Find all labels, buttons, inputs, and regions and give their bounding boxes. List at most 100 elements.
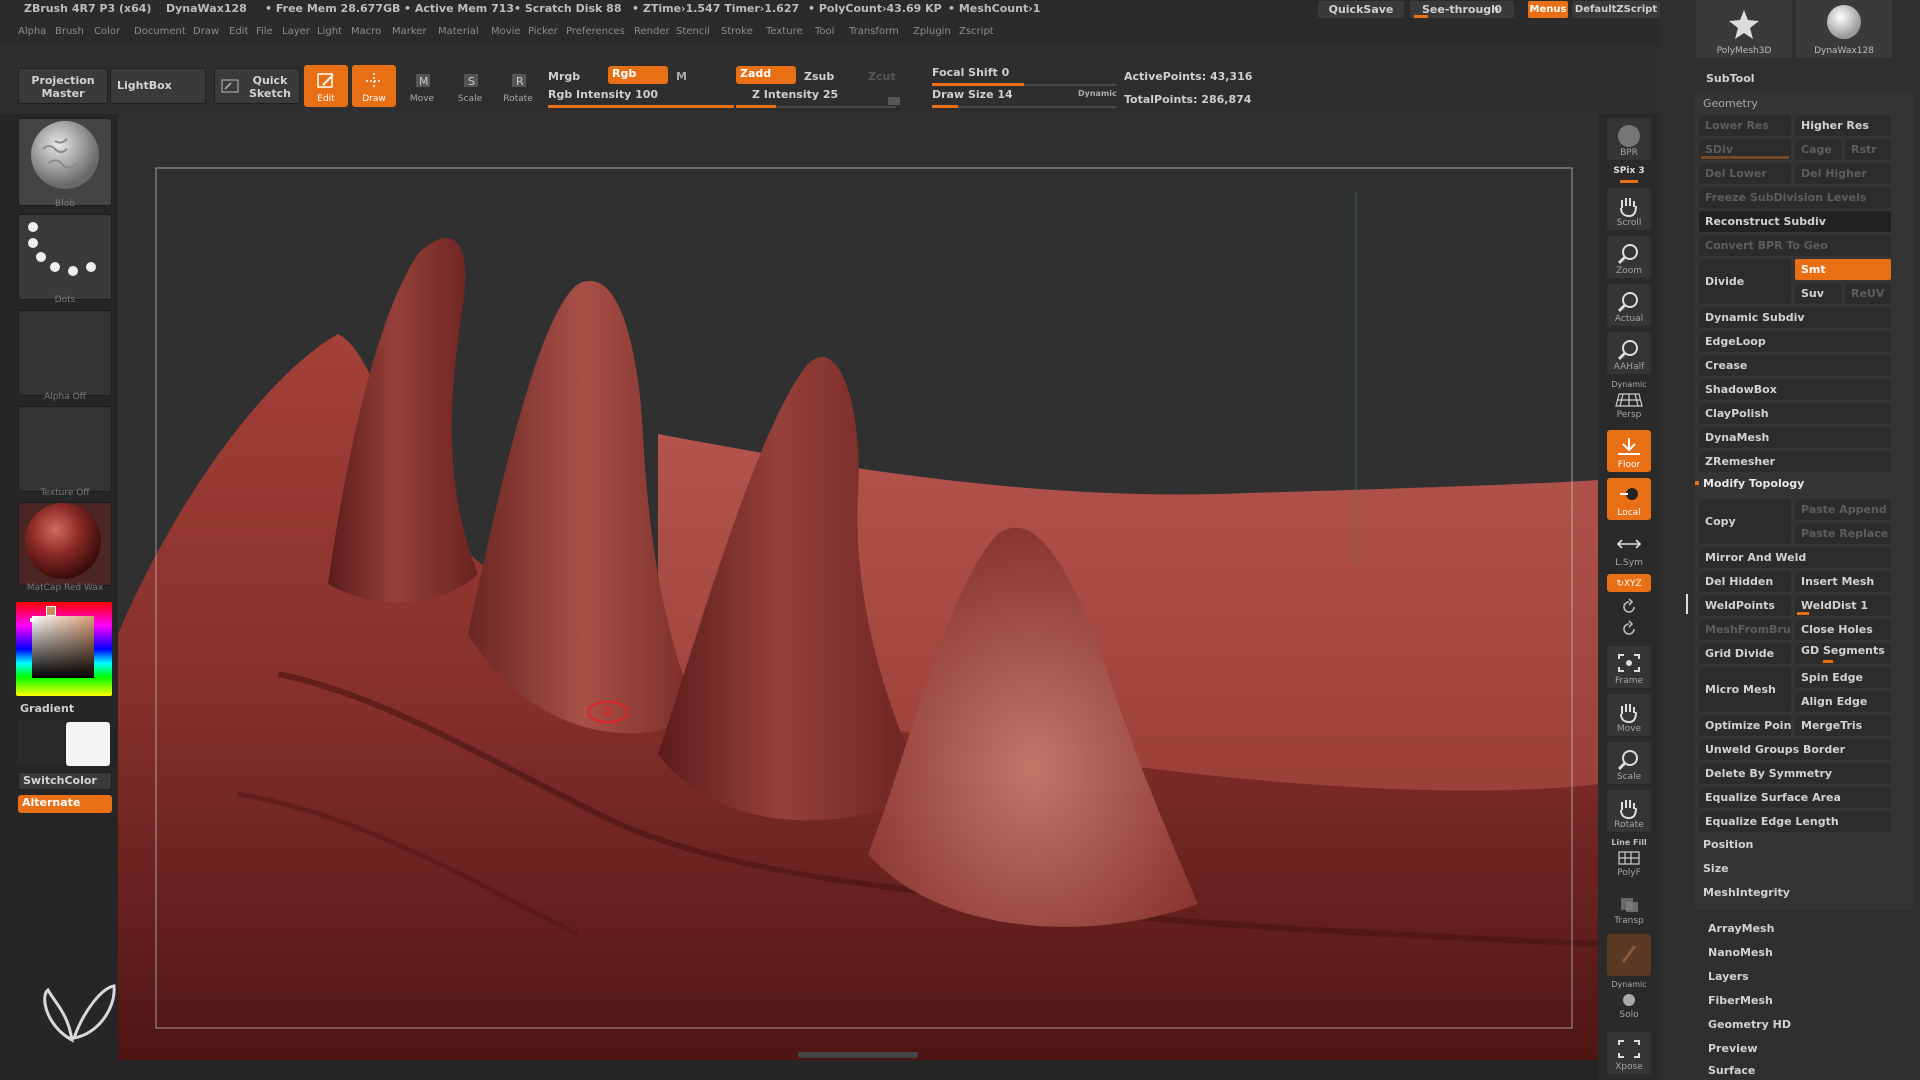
crease-section[interactable]: Crease (1699, 355, 1891, 376)
draw-tool[interactable]: Draw (352, 65, 396, 107)
canvas-scroll-handle[interactable] (798, 1052, 918, 1058)
delete-by-symmetry-button[interactable]: Delete By Symmetry (1699, 763, 1891, 784)
stroke-thumbnail[interactable] (18, 214, 112, 300)
polyf-button[interactable]: Line Fill PolyF (1607, 838, 1651, 880)
quick-sketch-button[interactable]: Quick Sketch (214, 68, 300, 104)
menu-color[interactable]: Color (94, 26, 120, 37)
reconstruct-subdiv-button[interactable]: Reconstruct Subdiv (1699, 211, 1891, 232)
zoom-button[interactable]: Zoom (1607, 236, 1651, 278)
nanomesh-section[interactable]: NanoMesh (1708, 946, 1773, 959)
lightbox-button[interactable]: LightBox (110, 68, 206, 104)
menu-marker[interactable]: Marker (392, 26, 427, 37)
hue-marker[interactable] (46, 606, 56, 616)
optimize-points-button[interactable]: Optimize Points (1699, 715, 1791, 736)
canvas-rotate-button[interactable]: Rotate (1607, 790, 1651, 832)
freeze-subdivision-button[interactable]: Freeze SubDivision Levels (1699, 187, 1891, 208)
higher-res-button[interactable]: Higher Res (1795, 115, 1891, 136)
edit-tool[interactable]: Edit (304, 65, 348, 107)
rotate-y-icon[interactable] (1620, 598, 1638, 616)
color-picker[interactable] (16, 602, 112, 696)
rotate-z-icon[interactable] (1620, 620, 1638, 638)
menu-draw[interactable]: Draw (193, 26, 219, 37)
geometry-hd-section[interactable]: Geometry HD (1708, 1018, 1791, 1031)
menu-edit[interactable]: Edit (229, 26, 248, 37)
spin-edge-button[interactable]: Spin Edge (1795, 667, 1891, 688)
local-button[interactable]: Local (1607, 478, 1651, 520)
alpha-thumbnail[interactable] (18, 310, 112, 396)
rgb-button[interactable]: Rgb (608, 66, 668, 84)
move-tool[interactable]: M Move (400, 65, 444, 107)
rstr-button[interactable]: Rstr (1845, 139, 1891, 160)
lsym-button[interactable]: L.Sym (1607, 528, 1651, 570)
menu-tool[interactable]: Tool (815, 26, 834, 37)
grid-divide-button[interactable]: Grid Divide (1699, 643, 1791, 664)
shadowbox-section[interactable]: ShadowBox (1699, 379, 1891, 400)
del-hidden-button[interactable]: Del Hidden (1699, 571, 1791, 592)
canvas-scale-button[interactable]: Scale (1607, 742, 1651, 784)
document-canvas[interactable] (118, 114, 1598, 1060)
micro-mesh-button[interactable]: Micro Mesh (1699, 667, 1791, 712)
menu-light[interactable]: Light (317, 26, 342, 37)
menu-transform[interactable]: Transform (849, 26, 899, 37)
menu-picker[interactable]: Picker (528, 26, 558, 37)
geometry-header[interactable]: Geometry (1703, 97, 1758, 110)
modify-topology-header[interactable]: Modify Topology (1703, 477, 1804, 490)
panel-resize-handle[interactable] (1686, 594, 1688, 614)
gradient-label[interactable]: Gradient (20, 702, 74, 715)
size-section[interactable]: Size (1703, 862, 1729, 875)
switch-color-button[interactable]: SwitchColor (18, 772, 112, 790)
smt-toggle[interactable]: Smt (1795, 259, 1891, 280)
layers-section[interactable]: Layers (1708, 970, 1749, 983)
menu-stencil[interactable]: Stencil (676, 26, 710, 37)
polymesh3d-thumb[interactable]: PolyMesh3D (1696, 0, 1792, 58)
scale-tool[interactable]: S Scale (448, 65, 492, 107)
cage-button[interactable]: Cage (1795, 139, 1841, 160)
menu-brush[interactable]: Brush (55, 26, 84, 37)
surface-section[interactable]: Surface (1708, 1064, 1755, 1077)
xpose-button[interactable]: Xpose (1607, 1032, 1651, 1074)
unweld-groups-border-button[interactable]: Unweld Groups Border (1699, 739, 1891, 760)
spix-slider-fill[interactable] (1620, 180, 1638, 183)
quicksave-button[interactable]: QuickSave (1318, 1, 1404, 18)
solo-button[interactable]: Dynamic Solo (1607, 980, 1651, 1022)
xyz-button[interactable]: ↻XYZ (1607, 574, 1651, 592)
zremesher-section[interactable]: ZRemesher (1699, 451, 1891, 472)
zsub-button[interactable]: Zsub (804, 70, 834, 83)
rotate-tool[interactable]: R Rotate (496, 65, 540, 107)
dynamic-subdiv-section[interactable]: Dynamic Subdiv (1699, 307, 1891, 328)
menu-file[interactable]: File (256, 26, 273, 37)
menu-preferences[interactable]: Preferences (566, 26, 625, 37)
paste-append-button[interactable]: Paste Append (1795, 499, 1891, 520)
ghost-button[interactable] (1607, 934, 1651, 976)
menu-texture[interactable]: Texture (766, 26, 803, 37)
wax-jaw-model[interactable] (118, 114, 1598, 1060)
zcut-button[interactable]: Zcut (868, 70, 896, 83)
meshfrombrush-button[interactable]: MeshFromBrush (1699, 619, 1791, 640)
subtool-header[interactable]: SubTool (1706, 72, 1755, 85)
copy-button[interactable]: Copy (1699, 499, 1791, 544)
menu-macro[interactable]: Macro (351, 26, 381, 37)
menu-stroke[interactable]: Stroke (721, 26, 753, 37)
claypolish-section[interactable]: ClayPolish (1699, 403, 1891, 424)
lower-res-button[interactable]: Lower Res (1699, 115, 1791, 136)
menu-zplugin[interactable]: Zplugin (913, 26, 951, 37)
dynamic-toggle[interactable]: Dynamic (1078, 89, 1117, 98)
menu-document[interactable]: Document (134, 26, 186, 37)
actual-button[interactable]: Actual (1607, 284, 1651, 326)
meshintegrity-section[interactable]: MeshIntegrity (1703, 886, 1790, 899)
frame-button[interactable]: Frame (1607, 646, 1651, 688)
dynawax-thumb[interactable]: DynaWax128 (1796, 0, 1892, 58)
menu-zscript[interactable]: Zscript (959, 26, 994, 37)
edgeloop-section[interactable]: EdgeLoop (1699, 331, 1891, 352)
shelf-scroll-handle[interactable] (888, 97, 900, 105)
menu-alpha[interactable]: Alpha (18, 26, 46, 37)
gd-segments-slider[interactable]: GD Segments (1795, 643, 1891, 664)
divide-button[interactable]: Divide (1699, 259, 1791, 304)
position-section[interactable]: Position (1703, 838, 1753, 851)
dynamesh-section[interactable]: DynaMesh (1699, 427, 1891, 448)
secondary-color-swatch[interactable] (66, 722, 110, 766)
equalize-surface-area-button[interactable]: Equalize Surface Area (1699, 787, 1891, 808)
menu-movie[interactable]: Movie (491, 26, 521, 37)
bpr-button[interactable]: BPR (1607, 118, 1651, 160)
see-through-slider[interactable]: See-through 0 (1410, 1, 1514, 18)
